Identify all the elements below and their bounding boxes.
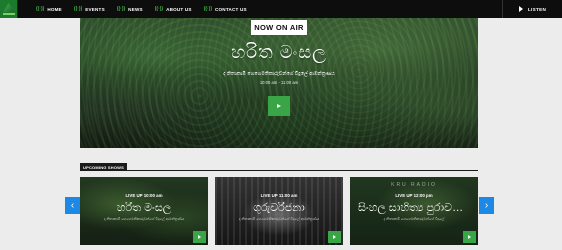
play-icon: [518, 6, 523, 12]
hero-show-subtitle: ද නිතාකාමී ගෙගෙමතිකාරුවන්ගේ විදුලේ ආමන්ත…: [223, 71, 335, 77]
nav-item-news[interactable]: ((·)) NEWS: [117, 6, 143, 12]
show-card-title: හරිත මංසල: [116, 202, 172, 214]
show-card-desc: ද නිතාකාමී ගෙගෙමතිකාරුවන්ගේ විදුලේ: [383, 217, 445, 221]
nav-item-events[interactable]: ((·)) EVENTS: [74, 6, 105, 12]
play-icon: [333, 235, 336, 239]
listen-label: LISTEN: [527, 6, 547, 12]
show-card-time: LIVE UP 12:00 pm: [395, 193, 433, 198]
hero-show-title: හරිත මංසල: [231, 42, 327, 62]
show-card-play-button[interactable]: [463, 231, 476, 243]
top-nav-bar: ((·)) HOME ((·)) EVENTS ((·)) NEWS ((·))…: [0, 0, 562, 18]
listen-button[interactable]: LISTEN: [502, 0, 562, 18]
radio-wave-icon: ((·)): [73, 6, 83, 12]
show-card-play-button[interactable]: [328, 231, 341, 243]
section-divider: [80, 170, 478, 171]
hero-show-time: 10:00 am - 11:00 am: [259, 80, 299, 85]
radio-wave-icon: ((·)): [36, 6, 45, 12]
show-card-title: සිංහල සාහිත්‍ය පුරාවත්ත...: [358, 202, 478, 214]
radio-wave-icon: ((·)): [154, 6, 164, 12]
radio-wave-icon: ((·)): [203, 6, 213, 12]
show-card-time: LIVE UP 11:00 am: [260, 193, 298, 198]
show-card-desc: ද නිතාකාමී ගෙගෙමතිකාරුවන්ගේ විදුලේ ආමන්ත…: [103, 217, 185, 221]
show-card[interactable]: KRU RADIO LIVE UP 12:00 pm සිංහල සාහිත්‍…: [350, 177, 478, 245]
carousel-next-button[interactable]: ›: [479, 197, 494, 214]
show-card-desc: ද නිතාකාමී ගෙගෙමතිකාරුවන්ගේ විදුලේ ආමන්ත…: [238, 217, 320, 221]
show-card[interactable]: LIVE UP 11:00 am ගුරුවරිජනා ද නිතාකාමී ග…: [215, 177, 343, 245]
radio-wave-icon: ((·)): [116, 6, 126, 12]
nav-item-label: NEWS: [128, 6, 143, 12]
chevron-right-icon: ›: [484, 200, 489, 211]
play-icon: [468, 235, 471, 239]
nav-item-label: EVENTS: [85, 6, 105, 12]
play-icon: [198, 235, 201, 239]
nav-item-contact-us[interactable]: ((·)) CONTACT US: [204, 6, 247, 12]
show-card-watermark: KRU RADIO: [391, 182, 437, 188]
now-on-air-badge: NOW ON AIR: [251, 20, 307, 35]
nav-item-label: CONTACT US: [215, 6, 247, 12]
carousel-prev-button[interactable]: ‹: [65, 197, 80, 214]
nav-item-label: HOME: [47, 6, 62, 12]
main-nav: ((·)) HOME ((·)) EVENTS ((·)) NEWS ((·))…: [36, 6, 247, 12]
nav-item-home[interactable]: ((·)) HOME: [36, 6, 62, 12]
chevron-left-icon: ‹: [70, 200, 75, 211]
show-card[interactable]: LIVE UP 10:00 am හරිත මංසල ද නිතාකාමී ගෙ…: [80, 177, 208, 245]
nav-item-about-us[interactable]: ((·)) ABOUT US: [155, 6, 192, 12]
radio-logo[interactable]: [0, 0, 18, 18]
show-card-play-button[interactable]: [193, 231, 206, 243]
play-icon: [277, 104, 281, 108]
show-card-time: LIVE UP 10:00 am: [125, 193, 163, 198]
hero-play-button[interactable]: [268, 96, 290, 116]
nav-item-label: ABOUT US: [166, 6, 192, 12]
show-card-title: ගුරුවරිජනා: [253, 202, 305, 214]
